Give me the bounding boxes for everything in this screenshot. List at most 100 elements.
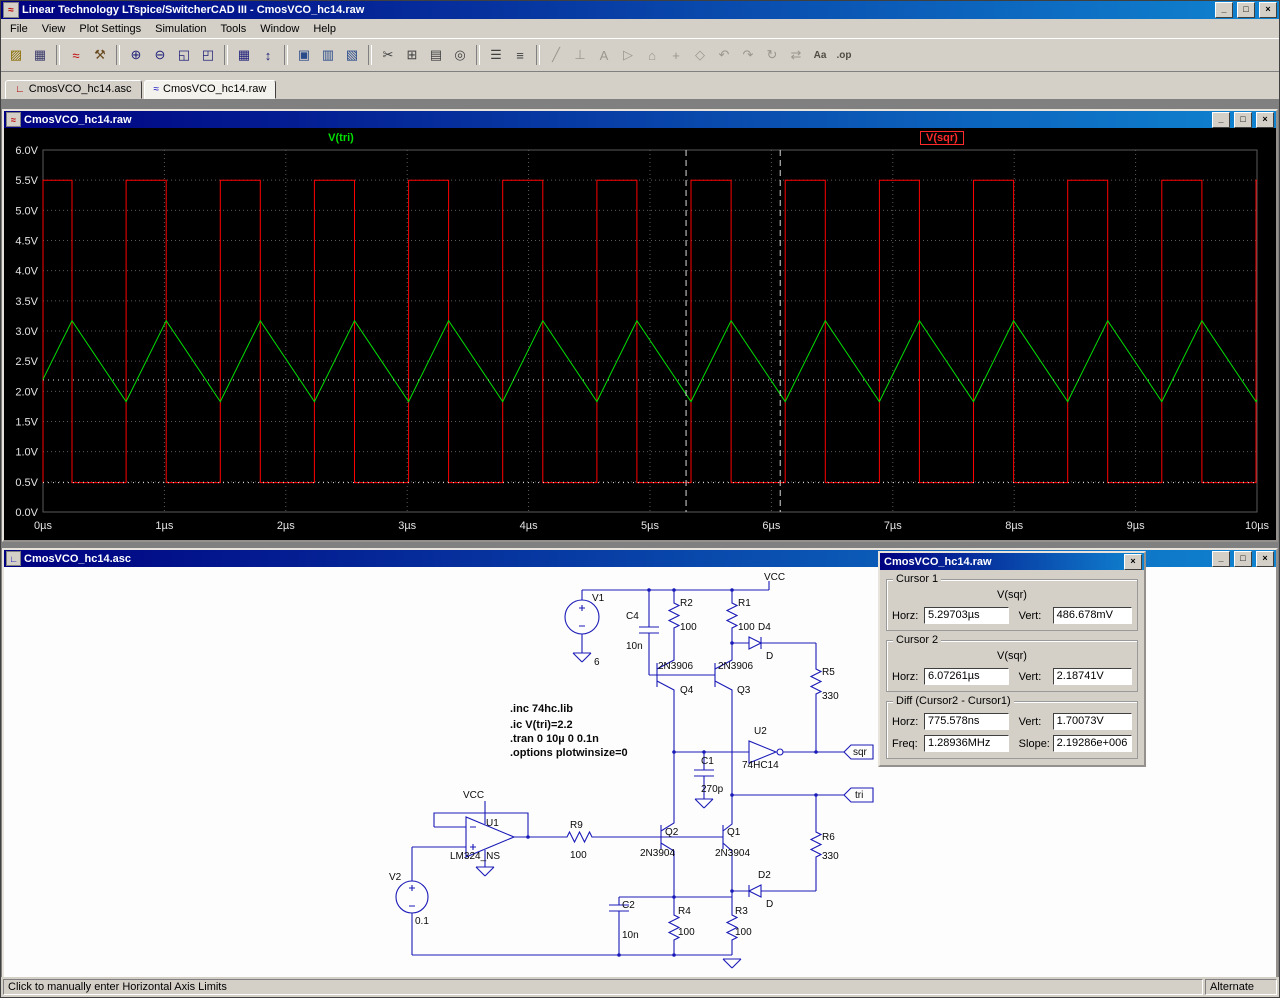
find-icon[interactable]: ◎ xyxy=(449,44,471,66)
component-label: 74HC14 xyxy=(742,760,779,771)
export-plot-icon[interactable]: ▧ xyxy=(341,44,363,66)
maximize-button[interactable]: □ xyxy=(1237,2,1255,18)
component-label: LM324_NS xyxy=(450,851,501,862)
sch-maximize-button[interactable]: □ xyxy=(1234,550,1252,567)
save-icon[interactable]: ▦ xyxy=(29,44,51,66)
y-tick-label: 5.0V xyxy=(15,205,38,217)
waveform-window: ≈ CmosVCO_hc14.raw _ □ × 0.0V 0.5V 1.0V 1.5… xyxy=(2,109,1278,542)
x-tick-label: 6µs xyxy=(762,520,780,532)
menu-help[interactable]: Help xyxy=(306,21,343,37)
tab-waveform[interactable]: ≈ CmosVCO_hc14.raw xyxy=(143,80,277,99)
x-tick-label: 3µs xyxy=(398,520,416,532)
tab-schematic[interactable]: ∟ CmosVCO_hc14.asc xyxy=(5,80,142,99)
waveform-plot[interactable]: 0.0V 0.5V 1.0V 1.5V 2.0V 2.5V 3.0V 3.5V 4.0V 4.5V… xyxy=(4,128,1276,540)
toolbar-separator xyxy=(284,45,288,65)
waveform-window-titlebar: ≈ CmosVCO_hc14.raw _ □ × xyxy=(4,111,1276,128)
menu-file[interactable]: File xyxy=(3,21,35,37)
component-label: V2 xyxy=(389,872,402,883)
component-label: 100 xyxy=(680,622,697,633)
zoom-out-icon[interactable]: ⊖ xyxy=(149,44,171,66)
cursor1-horz-value: 5.29703µs xyxy=(924,607,1009,624)
y-tick-label: 5.5V xyxy=(15,175,38,187)
component-label: sqr xyxy=(853,747,867,758)
x-tick-label: 0µs xyxy=(34,520,52,532)
x-tick-label: 8µs xyxy=(1005,520,1023,532)
cursor2-group: Cursor 2 V(sqr) Horz: 6.07261µs Vert: 2.… xyxy=(886,634,1138,692)
sch-minimize-button[interactable]: _ xyxy=(1212,550,1230,567)
open-icon[interactable]: ▨ xyxy=(5,44,27,66)
toolbar-separator xyxy=(368,45,372,65)
zoom-area-icon[interactable]: ◱ xyxy=(173,44,195,66)
component-label: R6 xyxy=(822,832,835,843)
x-tick-label: 4µs xyxy=(520,520,538,532)
component-label: 0.1 xyxy=(415,916,429,927)
wave-minimize-button[interactable]: _ xyxy=(1212,111,1230,128)
probe-waveform-icon[interactable]: ≈ xyxy=(65,44,87,66)
trace-vtri xyxy=(42,319,1258,403)
copy-bitmap-icon[interactable]: ▣ xyxy=(293,44,315,66)
legend-vtri[interactable]: V(tri) xyxy=(306,132,376,144)
rotate-icon: ↻ xyxy=(766,47,778,62)
minimize-button[interactable]: _ xyxy=(1215,2,1233,18)
cursor1-group: Cursor 1 V(sqr) Horz: 5.29703µs Vert: 48… xyxy=(886,573,1138,631)
grid-icon[interactable]: ▦ xyxy=(233,44,255,66)
y-tick-label: 3.5V xyxy=(15,296,38,308)
control-panel-icon[interactable]: ⚒ xyxy=(89,44,111,66)
component-label: D xyxy=(766,651,774,662)
zoom-in-icon[interactable]: ⊕ xyxy=(125,44,147,66)
redo-icon: ↷ xyxy=(742,47,754,62)
component-label: Q3 xyxy=(737,685,751,696)
sch-close-button[interactable]: × xyxy=(1256,550,1274,567)
menu-bar: File View Plot Settings Simulation Tools Wind… xyxy=(1,19,1279,38)
print-icon[interactable]: ☰ xyxy=(485,44,507,66)
menu-simulation[interactable]: Simulation xyxy=(148,21,213,37)
spice-directive: .tran 0 10µ 0 0.1n xyxy=(510,733,599,745)
y-tick-label: 0.0V xyxy=(15,507,38,519)
component-label: 100 xyxy=(678,927,695,938)
text-icon[interactable]: Aa xyxy=(809,44,831,66)
cursor-dialog-title: CmosVCO_hc14.raw xyxy=(884,555,992,568)
copy-icon[interactable]: ⊞ xyxy=(401,44,423,66)
legend-vsqr[interactable]: V(sqr) xyxy=(920,131,964,145)
autorange-icon[interactable]: ↕ xyxy=(257,44,279,66)
spice-directive: .options plotwinsize=0 xyxy=(510,747,628,759)
menu-view[interactable]: View xyxy=(35,21,73,37)
copy-metafile-icon[interactable]: ▥ xyxy=(317,44,339,66)
waveform-plot-area[interactable]: 0.0V 0.5V 1.0V 1.5V 2.0V 2.5V 3.0V 3.5V 4.0V 4.5V… xyxy=(4,128,1276,540)
close-button[interactable]: × xyxy=(1259,2,1277,18)
paste-icon[interactable]: ▤ xyxy=(425,44,447,66)
y-tick-label: 2.5V xyxy=(15,356,38,368)
zoom-full-icon[interactable]: ◰ xyxy=(197,44,219,66)
menu-plot-settings[interactable]: Plot Settings xyxy=(72,21,148,37)
print-preview-icon[interactable]: ≡ xyxy=(509,44,531,66)
toolbar-separator xyxy=(56,45,60,65)
component-label: C2 xyxy=(622,900,635,911)
diff-caption: Diff (Cursor2 - Cursor1) xyxy=(893,695,1014,707)
x-tick-label: 5µs xyxy=(641,520,659,532)
component-label: V1 xyxy=(592,593,605,604)
wave-maximize-button[interactable]: □ xyxy=(1234,111,1252,128)
tab-schematic-label: CmosVCO_hc14.asc xyxy=(28,83,132,95)
wave-close-button[interactable]: × xyxy=(1256,111,1274,128)
component-label: Q4 xyxy=(680,685,694,696)
component-label: 2N3904 xyxy=(640,848,676,859)
component-label: tri xyxy=(855,790,864,801)
menu-tools[interactable]: Tools xyxy=(214,21,254,37)
menu-window[interactable]: Window xyxy=(253,21,306,37)
op-icon[interactable]: .op xyxy=(833,44,855,66)
component-label: 2N3906 xyxy=(658,661,694,672)
diff-freq-value: 1.28936MHz xyxy=(924,735,1009,752)
move-icon: + xyxy=(672,47,680,63)
component-label: R3 xyxy=(735,906,748,917)
y-tick-label: 4.0V xyxy=(15,266,38,278)
component-label: U1 xyxy=(486,818,499,829)
diode-icon: ▷ xyxy=(623,47,633,62)
component-label: 330 xyxy=(822,851,839,862)
schematic-tab-icon: ∟ xyxy=(15,83,25,95)
y-tick-label: 3.0V xyxy=(15,326,38,338)
cursor-dialog-close-button[interactable]: × xyxy=(1124,553,1142,570)
cut-icon[interactable]: ✂ xyxy=(377,44,399,66)
toolbar-separator xyxy=(224,45,228,65)
component-label: 2N3904 xyxy=(715,848,751,859)
y-tick-label: 1.5V xyxy=(15,417,38,429)
